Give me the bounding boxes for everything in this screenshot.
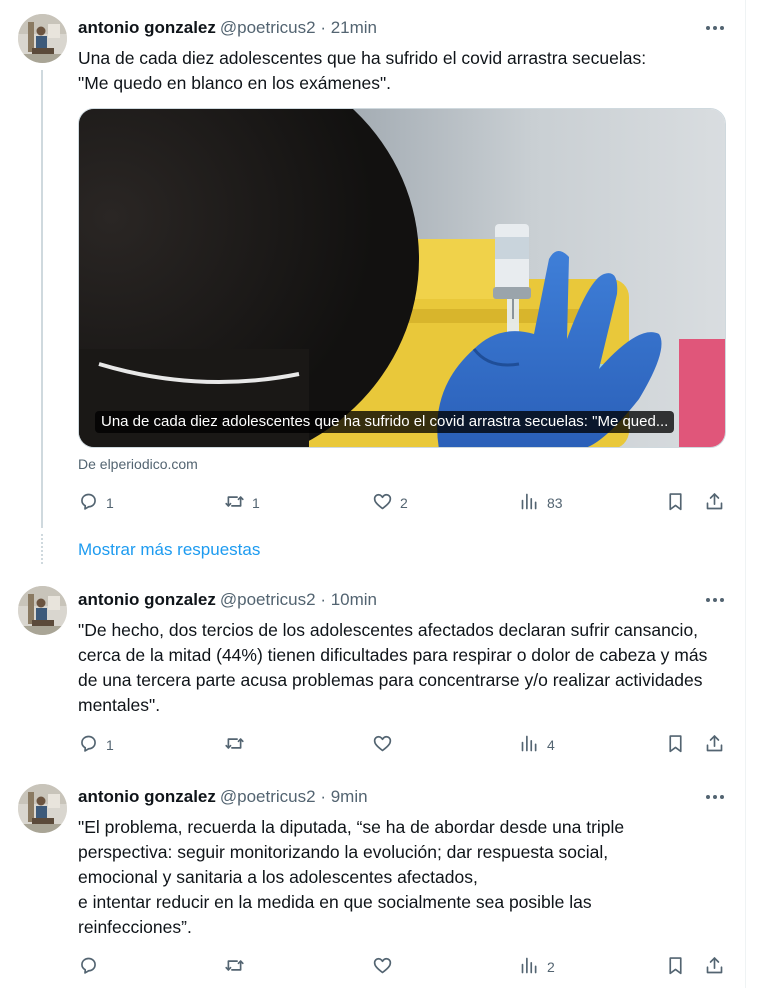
tweet-text: Una de cada diez adolescentes que ha suf… xyxy=(78,48,647,93)
share-button[interactable] xyxy=(704,488,725,514)
tweet-text: "El problema, recuerda la diputada, “se … xyxy=(78,817,625,937)
reply-count: 1 xyxy=(106,494,114,511)
bookmark-icon xyxy=(669,956,682,974)
tweet-header: antonio gonzalez @poetricus2 · 21min xyxy=(78,17,377,39)
tweet-timestamp[interactable]: · 10min xyxy=(320,590,377,609)
tweet-text: "De hecho, dos tercios de los adolescent… xyxy=(78,620,713,715)
author-name[interactable]: antonio gonzalez xyxy=(78,18,216,37)
retweet-icon xyxy=(225,959,244,971)
views-button[interactable]: 4 xyxy=(519,730,555,756)
views-button[interactable]: 2 xyxy=(519,952,555,978)
thread-connector-line xyxy=(41,70,43,528)
heart-icon xyxy=(373,735,392,751)
tweet-timestamp[interactable]: · 9min xyxy=(320,787,367,806)
more-horizontal-icon[interactable] xyxy=(702,589,728,611)
heart-icon xyxy=(373,493,392,509)
retweet-count: 1 xyxy=(252,494,260,511)
retweet-button[interactable] xyxy=(224,952,252,978)
share-button[interactable] xyxy=(704,952,725,978)
views-icon xyxy=(521,735,537,751)
reply-button[interactable] xyxy=(78,952,106,978)
like-button[interactable] xyxy=(372,730,400,756)
like-count: 2 xyxy=(400,494,408,511)
retweet-button[interactable] xyxy=(224,730,252,756)
card-image xyxy=(79,109,725,447)
tweet-timestamp[interactable]: · 21min xyxy=(320,18,377,37)
author-name[interactable]: antonio gonzalez xyxy=(78,787,216,806)
like-button[interactable] xyxy=(372,952,400,978)
bookmark-button[interactable] xyxy=(665,952,686,978)
tweet-actions: 1 4 xyxy=(78,730,728,756)
link-card[interactable]: Una de cada diez adolescentes que ha suf… xyxy=(78,108,726,448)
like-button[interactable]: 2 xyxy=(372,488,408,514)
thread-timeline: antonio gonzalez @poetricus2 · 21min Una … xyxy=(0,0,746,988)
views-button[interactable]: 83 xyxy=(519,488,563,514)
tweet-actions: 1 1 2 83 xyxy=(78,488,728,514)
views-count: 83 xyxy=(547,494,563,511)
more-horizontal-icon[interactable] xyxy=(702,17,728,39)
thread-dotted-connector xyxy=(41,534,43,564)
views-count: 2 xyxy=(547,958,555,975)
reply-button[interactable]: 1 xyxy=(78,488,114,514)
share-icon xyxy=(706,734,723,751)
avatar[interactable] xyxy=(18,784,67,833)
bookmark-icon xyxy=(669,734,682,752)
card-caption: Una de cada diez adolescentes que ha suf… xyxy=(95,411,675,433)
avatar[interactable] xyxy=(18,586,67,635)
author-name[interactable]: antonio gonzalez xyxy=(78,590,216,609)
card-source[interactable]: De elperiodico.com xyxy=(78,456,198,472)
reply-button[interactable]: 1 xyxy=(78,730,114,756)
author-handle[interactable]: @poetricus2 xyxy=(220,787,316,806)
retweet-icon xyxy=(225,737,244,749)
show-more-replies-link[interactable]: Mostrar más respuestas xyxy=(78,540,260,560)
retweet-icon xyxy=(225,495,244,507)
heart-icon xyxy=(373,957,392,973)
views-icon xyxy=(521,493,537,509)
views-count: 4 xyxy=(547,736,555,753)
author-handle[interactable]: @poetricus2 xyxy=(220,590,316,609)
tweet-header: antonio gonzalez @poetricus2 · 10min xyxy=(78,589,377,611)
avatar[interactable] xyxy=(18,14,67,63)
views-icon xyxy=(521,957,537,973)
share-icon xyxy=(706,956,723,973)
more-horizontal-icon[interactable] xyxy=(702,786,728,808)
bookmark-icon xyxy=(669,492,682,510)
share-button[interactable] xyxy=(704,730,725,756)
reply-icon xyxy=(81,493,96,510)
share-icon xyxy=(706,492,723,509)
bookmark-button[interactable] xyxy=(665,730,686,756)
reply-icon xyxy=(81,735,96,752)
bookmark-button[interactable] xyxy=(665,488,686,514)
tweet-header: antonio gonzalez @poetricus2 · 9min xyxy=(78,786,368,808)
author-handle[interactable]: @poetricus2 xyxy=(220,18,316,37)
tweet-actions: 2 xyxy=(78,952,728,978)
reply-icon xyxy=(81,957,96,974)
reply-count: 1 xyxy=(106,736,114,753)
retweet-button[interactable]: 1 xyxy=(224,488,260,514)
